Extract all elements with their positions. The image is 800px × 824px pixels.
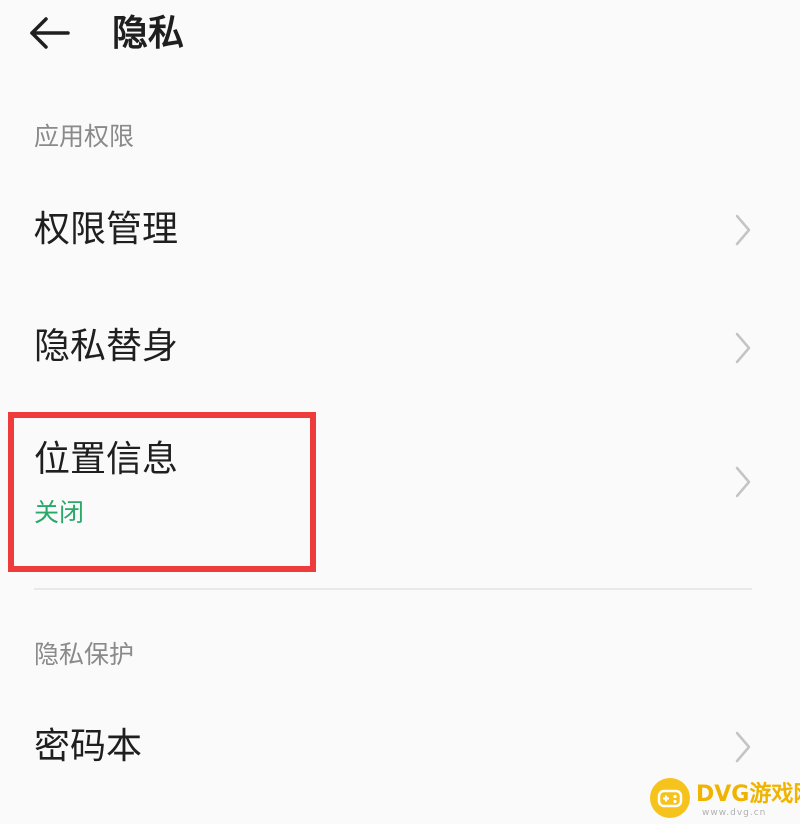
list-item-location-info[interactable]: 位置信息 关闭 bbox=[0, 418, 800, 558]
watermark-subtext: www.dvg.cn bbox=[702, 808, 767, 818]
list-item-label: 隐私替身 bbox=[34, 326, 179, 367]
section-title-app-permissions: 应用权限 bbox=[34, 122, 135, 151]
list-item-label: 密码本 bbox=[34, 726, 143, 767]
divider bbox=[34, 588, 752, 590]
chevron-right-icon bbox=[732, 729, 754, 765]
chevron-right-icon bbox=[732, 212, 754, 248]
section-title-privacy-protection: 隐私保护 bbox=[34, 640, 135, 669]
gamepad-icon bbox=[650, 778, 690, 818]
chevron-right-icon bbox=[732, 330, 754, 366]
watermark-text: DVG游戏网 bbox=[696, 782, 800, 807]
arrow-left-icon bbox=[30, 17, 70, 49]
watermark-logo: DVG游戏网 www.dvg.cn bbox=[642, 770, 800, 824]
page-title: 隐私 bbox=[112, 13, 185, 54]
status-text: 关闭 bbox=[34, 498, 85, 527]
list-item-privacy-substitute[interactable]: 隐私替身 bbox=[0, 305, 800, 395]
back-button[interactable] bbox=[22, 10, 78, 60]
list-item-label: 权限管理 bbox=[34, 209, 179, 250]
list-item-permission-management[interactable]: 权限管理 bbox=[0, 190, 800, 280]
list-item-label: 位置信息 bbox=[34, 439, 179, 480]
chevron-right-icon bbox=[732, 464, 754, 500]
app-header: 隐私 bbox=[0, 0, 800, 90]
